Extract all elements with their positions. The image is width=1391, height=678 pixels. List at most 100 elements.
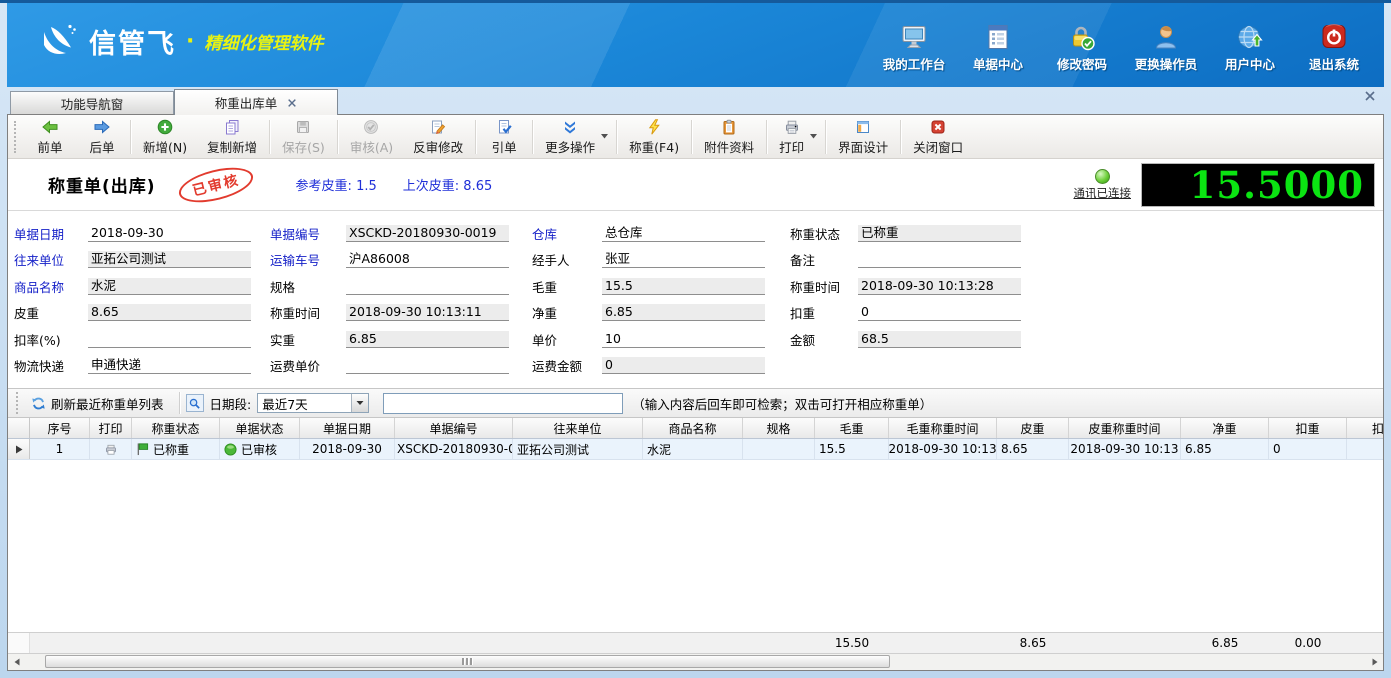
- remark-field[interactable]: [858, 251, 1021, 268]
- tab-weighing-outbound[interactable]: 称重出库单: [174, 89, 338, 115]
- column-header[interactable]: 单据日期: [300, 418, 395, 438]
- spec-field[interactable]: [346, 278, 509, 295]
- column-header[interactable]: 序号: [30, 418, 90, 438]
- amount-field[interactable]: 68.5: [858, 331, 1021, 348]
- column-header[interactable]: 扣重: [1269, 418, 1347, 438]
- freight-amount-field[interactable]: 0: [602, 357, 765, 374]
- field-label: 备注: [790, 250, 858, 269]
- workstation-monitor-icon: [899, 23, 929, 51]
- ui-design-button[interactable]: 界面设计: [828, 115, 898, 159]
- toolbar-separator: [532, 120, 533, 154]
- more-actions-button[interactable]: 更多操作: [535, 115, 614, 159]
- document-panel: 前单 后单 新增(N) 复制新增 保存(S): [7, 114, 1384, 671]
- scrollbar-thumb[interactable]: [45, 655, 890, 668]
- tare-field[interactable]: 8.65: [88, 304, 251, 321]
- combo-arrow-icon[interactable]: [351, 394, 368, 412]
- field-label: 金额: [790, 330, 858, 349]
- field-label: 毛重: [532, 277, 602, 296]
- print-button[interactable]: 打印: [769, 115, 823, 159]
- weigh-time1-field[interactable]: 2018-09-30 10:13:11: [346, 304, 509, 321]
- tabstrip-close-icon[interactable]: [1364, 90, 1376, 102]
- attachment-button[interactable]: 附件资料: [694, 115, 764, 159]
- tab-close-icon[interactable]: [287, 98, 297, 108]
- column-header[interactable]: 单据编号: [395, 418, 513, 438]
- nav-document-center[interactable]: 单据中心: [956, 23, 1040, 73]
- doc-no-field[interactable]: XSCKD-20180930-0019: [346, 225, 509, 242]
- cell-deduction: 0: [1269, 439, 1347, 459]
- scroll-left-icon[interactable]: [8, 654, 25, 670]
- weighing-search-input[interactable]: [383, 393, 623, 414]
- nav-label: 退出系统: [1309, 54, 1359, 73]
- truck-no-field[interactable]: 沪A86008: [346, 251, 509, 268]
- gross-weight-field[interactable]: 15.5: [602, 278, 765, 295]
- horizontal-scrollbar[interactable]: [8, 653, 1383, 670]
- nav-switch-operator[interactable]: 更换操作员: [1124, 23, 1208, 73]
- product-field[interactable]: 水泥: [88, 278, 251, 295]
- tab-function-navigator[interactable]: 功能导航窗: [10, 91, 174, 114]
- nav-label: 更换操作员: [1135, 54, 1198, 73]
- green-flag-icon: [136, 442, 149, 456]
- column-header[interactable]: 往来单位: [513, 418, 643, 438]
- column-header[interactable]: 商品名称: [643, 418, 743, 438]
- toolbar-separator: [475, 120, 476, 154]
- add-new-button[interactable]: 新增(N): [133, 115, 197, 159]
- column-header[interactable]: 毛重称重时间: [889, 418, 997, 438]
- nav-user-center[interactable]: 用户中心: [1208, 23, 1292, 73]
- column-header[interactable]: 皮重称重时间: [1069, 418, 1181, 438]
- column-header[interactable]: 打印: [90, 418, 132, 438]
- freight-price-field[interactable]: [346, 357, 509, 374]
- weigh-status-field[interactable]: 已称重: [858, 225, 1021, 242]
- weigh-button[interactable]: 称重(F4): [619, 115, 689, 159]
- cell-date: 2018-09-30: [300, 439, 395, 459]
- nav-change-password[interactable]: 修改密码: [1040, 23, 1124, 73]
- toolbar-separator: [766, 120, 767, 154]
- import-doc-button[interactable]: 引单: [478, 115, 530, 159]
- partner-field[interactable]: 亚拓公司测试: [88, 251, 251, 268]
- close-window-button[interactable]: 关闭窗口: [903, 115, 973, 159]
- scale-reading-display: 15.5000: [1141, 163, 1375, 207]
- deduct-weight-field[interactable]: 0: [858, 304, 1021, 321]
- titlebar: 信管飞 · 精细化管理软件 我的工作台 单据中心 修改密码: [7, 3, 1384, 87]
- next-doc-button[interactable]: 后单: [76, 115, 128, 159]
- nav-my-workstation[interactable]: 我的工作台: [872, 23, 956, 73]
- handler-field[interactable]: 张亚: [602, 251, 765, 268]
- table-row[interactable]: 1 已称重 已审核 2018-09-30 XSCKD-20180930-0019…: [8, 439, 1383, 460]
- prev-doc-button[interactable]: 前单: [24, 115, 76, 159]
- column-header[interactable]: 毛重: [815, 418, 889, 438]
- refresh-list-button[interactable]: 刷新最近称重单列表: [26, 391, 173, 416]
- date-range-select[interactable]: 最近7天: [257, 393, 369, 413]
- toolbar-drag-handle[interactable]: [14, 121, 19, 153]
- column-header[interactable]: 称重状态: [132, 418, 220, 438]
- search-icon[interactable]: [186, 394, 204, 412]
- doc-date-field[interactable]: 2018-09-30: [88, 225, 251, 242]
- nav-label: 我的工作台: [883, 54, 946, 73]
- print-icon: [784, 119, 800, 135]
- cell-doc-no: XSCKD-20180930-0019: [395, 439, 513, 459]
- connection-status-link[interactable]: 通讯已连接: [1074, 185, 1132, 201]
- cell-print[interactable]: [90, 439, 132, 459]
- column-header[interactable]: 扣率: [1347, 418, 1383, 438]
- cell-product: 水泥: [643, 439, 743, 459]
- copy-new-icon: [224, 119, 240, 135]
- unit-price-field[interactable]: 10: [602, 331, 765, 348]
- scroll-right-icon[interactable]: [1366, 654, 1383, 670]
- net-weight-field[interactable]: 6.85: [602, 304, 765, 321]
- column-header[interactable]: 皮重: [997, 418, 1069, 438]
- chevron-down-icon: [601, 134, 608, 139]
- weigh-time2-field[interactable]: 2018-09-30 10:13:28: [858, 278, 1021, 295]
- column-header[interactable]: 规格: [743, 418, 815, 438]
- column-header[interactable]: 净重: [1181, 418, 1269, 438]
- scrollbar-track[interactable]: [25, 654, 1366, 670]
- actual-weight-field[interactable]: 6.85: [346, 331, 509, 348]
- tab-label: 功能导航窗: [61, 94, 124, 113]
- copy-new-button[interactable]: 复制新增: [197, 115, 267, 159]
- column-header[interactable]: 单据状态: [220, 418, 300, 438]
- unapprove-edit-button[interactable]: 反审修改: [403, 115, 473, 159]
- deduction-rate-field[interactable]: [88, 331, 251, 348]
- filterbar-drag-handle[interactable]: [16, 392, 21, 414]
- nav-exit-system[interactable]: 退出系统: [1292, 23, 1376, 73]
- warehouse-field[interactable]: 总仓库: [602, 225, 765, 242]
- logistics-field[interactable]: 申通快递: [88, 357, 251, 374]
- exit-power-icon: [1319, 23, 1349, 51]
- summary-gross: 15.50: [815, 633, 889, 653]
